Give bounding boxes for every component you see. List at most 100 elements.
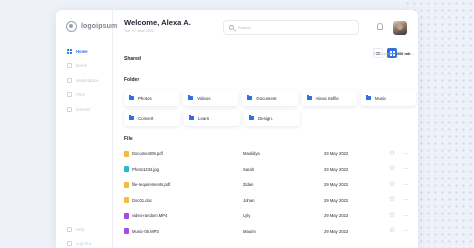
- folder-icon: [189, 115, 194, 120]
- folder-name: Alexa Selfie: [315, 95, 339, 101]
- file-date: 29 May 2022: [324, 197, 349, 203]
- file-owner: Lyly: [243, 213, 251, 219]
- star-icon[interactable]: ☆: [389, 150, 395, 157]
- sidebar-item-event[interactable]: Event: [56, 61, 113, 71]
- sidebar-item-label: Marketplace: [76, 77, 99, 83]
- folder-card[interactable]: Learn: [184, 110, 240, 126]
- more-options-icon[interactable]: ···: [403, 182, 409, 188]
- folder-card[interactable]: Photos: [124, 90, 180, 106]
- sidebar-item-marketplace[interactable]: Marketplace: [56, 75, 113, 85]
- file-owner: Maulidya: [243, 151, 260, 157]
- file-type-icon: [124, 150, 129, 157]
- file-type-icon: [124, 166, 129, 173]
- star-icon[interactable]: ☆: [389, 165, 395, 172]
- sidebar-item-label: Event: [76, 63, 87, 68]
- sidebar-item-log-out[interactable]: Log Out: [56, 239, 113, 248]
- sidebar-item-home[interactable]: Home: [56, 46, 113, 56]
- file-type-icon: [124, 197, 129, 204]
- folder-icon: [129, 115, 134, 120]
- folder-card[interactable]: Alexa Selfie: [301, 90, 357, 106]
- sidebar-item-label: Home: [76, 48, 88, 54]
- folder-card[interactable]: Videos: [183, 90, 239, 106]
- search-icon: [229, 25, 234, 30]
- file-owner: Sarah: [243, 166, 255, 172]
- file-type-icon: [124, 212, 129, 219]
- more-options-icon[interactable]: ···: [403, 213, 409, 219]
- folder-section-title: Folder: [124, 77, 140, 83]
- storage-label: Files stored:: [373, 51, 396, 56]
- more-options-icon[interactable]: ···: [403, 166, 409, 172]
- log-out-icon: [67, 241, 72, 246]
- file-date: 29 May 2022: [324, 228, 349, 234]
- folder-icon: [129, 95, 134, 100]
- logo-icon: [66, 21, 77, 32]
- file-name: video-random.MP4: [132, 213, 168, 219]
- sidebar-item-label: Interest: [76, 106, 90, 112]
- notification-bell-icon[interactable]: [377, 23, 383, 30]
- folder-name: Learn: [198, 115, 210, 121]
- star-icon[interactable]: ☆: [389, 227, 395, 234]
- sidebar-item-interest[interactable]: Interest: [56, 104, 113, 114]
- folder-row: Convert Learn Design.: [124, 110, 416, 126]
- file-date: 29 May 2022: [324, 166, 349, 172]
- folder-card[interactable]: Convert: [124, 110, 180, 126]
- marketplace-icon: [67, 77, 72, 83]
- avatar[interactable]: [393, 21, 407, 35]
- search-bar[interactable]: [223, 20, 359, 35]
- file-owner: Maurin: [243, 228, 256, 234]
- logo-text: logoipsum: [81, 23, 118, 30]
- logo[interactable]: logoipsum: [66, 21, 117, 32]
- more-options-icon[interactable]: ···: [403, 228, 409, 234]
- star-icon[interactable]: ☆: [389, 181, 395, 188]
- shared-title: Shared: [124, 56, 141, 62]
- folder-card[interactable]: Document: [242, 90, 298, 106]
- storage-filter[interactable]: Files stored: 300 mb ⌄: [374, 51, 415, 56]
- file-name: Photo1234.jpg: [132, 166, 160, 172]
- folder-card[interactable]: Design.: [244, 110, 300, 126]
- file-row[interactable]: Doc01.doc Johan 29 May 2022 ☆ ···: [124, 193, 416, 209]
- event-icon: [67, 63, 72, 68]
- sidebar-item-label: Files: [76, 92, 85, 97]
- search-input[interactable]: [238, 25, 348, 30]
- current-date: Tue, 07 June 2022: [124, 29, 154, 33]
- main-content: Welcome, Alexa A. Tue, 07 June 2022 Shar…: [113, 10, 418, 248]
- folder-icon: [306, 95, 312, 100]
- folder-card[interactable]: Music: [360, 90, 417, 106]
- file-section-title: File: [124, 136, 133, 142]
- folder-name: Videos: [197, 95, 211, 101]
- storage-value: 300 mb: [396, 51, 411, 56]
- file-row[interactable]: Photo1234.jpg Sarah 29 May 2022 ☆ ···: [124, 162, 416, 178]
- page-title: Welcome, Alexa A.: [124, 18, 191, 27]
- folder-icon: [365, 95, 371, 100]
- folder-name: Document: [256, 95, 277, 101]
- file-date: 29 May 2022: [324, 151, 349, 157]
- file-date: 29 May 2022: [324, 182, 349, 188]
- folder-name: Design.: [258, 115, 273, 121]
- folder-grid: Photos Videos Document Alexa Selfie Music Con…: [124, 90, 417, 130]
- more-options-icon[interactable]: ···: [403, 197, 409, 203]
- file-row[interactable]: Music-05.MP3 Maurin 29 May 2022 ☆ ···: [124, 224, 416, 240]
- folder-name: Music: [374, 95, 387, 101]
- sidebar-item-files[interactable]: Files: [56, 90, 113, 100]
- star-icon[interactable]: ☆: [389, 196, 395, 203]
- file-list: Document09.pdf Maulidya 29 May 2022 ☆ ··· Pho…: [124, 146, 416, 239]
- folder-name: Convert: [138, 115, 154, 121]
- file-owner: Johan: [243, 197, 255, 203]
- file-date: 29 May 2022: [324, 213, 349, 219]
- file-row[interactable]: Document09.pdf Maulidya 29 May 2022 ☆ ···: [124, 146, 416, 162]
- file-row[interactable]: video-random.MP4 Lyly 29 May 2022 ☆ ···: [124, 208, 416, 224]
- file-type-icon: [124, 181, 129, 188]
- interest-icon: [67, 106, 72, 112]
- sidebar: logoipsum Home Event Marketplace Files Inter…: [56, 10, 117, 248]
- sidebar-item-help[interactable]: Help: [56, 224, 113, 234]
- star-icon[interactable]: ☆: [389, 212, 395, 219]
- file-row[interactable]: file-requirements.pdf Zidan 29 May 2022 ☆ ··…: [124, 177, 416, 193]
- more-options-icon[interactable]: ···: [403, 151, 409, 157]
- files-icon: [67, 92, 72, 97]
- help-icon: [67, 226, 72, 232]
- chevron-down-icon: ⌄: [411, 51, 415, 56]
- folder-icon: [247, 95, 253, 100]
- file-name: Document09.pdf: [132, 151, 163, 157]
- file-name: file-requirements.pdf: [132, 182, 171, 188]
- file-type-icon: [124, 228, 129, 235]
